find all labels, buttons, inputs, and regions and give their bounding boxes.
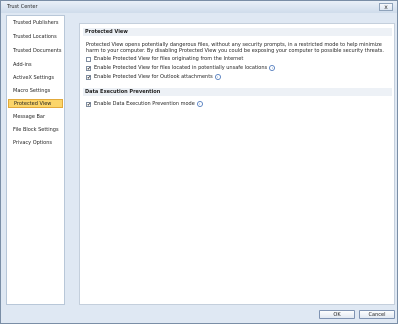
option-outlook-attachments[interactable]: ✔ Enable Protected View for Outlook atta… <box>86 74 221 80</box>
sidebar-item-file-block-settings[interactable]: File Block Settings <box>8 126 63 135</box>
sidebar-item-macro-settings[interactable]: Macro Settings <box>8 87 63 96</box>
sidebar-item-protected-view[interactable]: Protected View <box>8 99 63 108</box>
sidebar-item-trusted-locations[interactable]: Trusted Locations <box>8 33 63 42</box>
checkbox-unsafe-locations[interactable]: ✔ <box>86 65 91 71</box>
sidebar-item-trusted-documents[interactable]: Trusted Documents <box>8 47 63 56</box>
info-icon[interactable]: i <box>269 65 276 71</box>
option-dep-mode-label: Enable Data Execution Prevention mode <box>94 101 195 107</box>
option-dep-mode[interactable]: ✔ Enable Data Execution Prevention mode … <box>86 101 203 107</box>
protected-view-description: Protected View opens potentially dangero… <box>86 42 384 54</box>
sidebar-item-message-bar[interactable]: Message Bar <box>8 113 63 122</box>
settings-panel: Protected View Protected View opens pote… <box>79 23 395 305</box>
sidebar-item-activex-settings[interactable]: ActiveX Settings <box>8 74 63 83</box>
protected-view-header: Protected View <box>83 28 392 36</box>
info-icon[interactable]: i <box>214 74 221 80</box>
sidebar-item-add-ins[interactable]: Add-ins <box>8 61 63 70</box>
checkbox-outlook-attachments[interactable]: ✔ <box>86 74 91 80</box>
info-icon[interactable]: i <box>196 101 203 107</box>
cancel-button[interactable]: Cancel <box>359 310 395 319</box>
trust-center-dialog: Trust Center x Trusted Publishers Truste… <box>0 0 398 324</box>
close-button[interactable]: x <box>379 3 393 11</box>
option-outlook-attachments-label: Enable Protected View for Outlook attach… <box>94 74 213 80</box>
ok-button[interactable]: OK <box>319 310 355 319</box>
option-unsafe-locations[interactable]: ✔ Enable Protected View for files locate… <box>86 65 276 71</box>
sidebar: Trusted Publishers Trusted Locations Tru… <box>6 15 65 305</box>
option-internet-files-label: Enable Protected View for files originat… <box>94 56 244 62</box>
option-unsafe-locations-label: Enable Protected View for files located … <box>94 65 268 71</box>
window-title: Trust Center <box>7 4 38 10</box>
sidebar-item-trusted-publishers[interactable]: Trusted Publishers <box>8 19 63 28</box>
sidebar-item-privacy-options[interactable]: Privacy Options <box>8 139 63 148</box>
checkbox-dep-mode[interactable]: ✔ <box>86 101 91 107</box>
title-bar: Trust Center x <box>1 1 397 13</box>
checkbox-internet-files[interactable] <box>86 56 91 62</box>
dep-header: Data Execution Prevention <box>83 88 392 96</box>
option-internet-files[interactable]: Enable Protected View for files originat… <box>86 56 243 62</box>
